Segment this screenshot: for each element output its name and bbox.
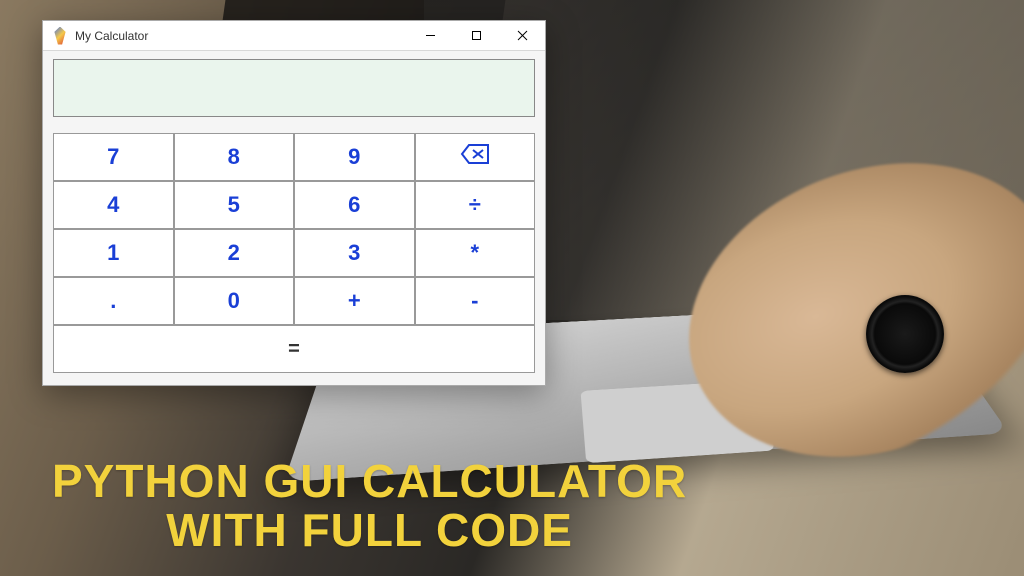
key-6[interactable]: 6 xyxy=(294,181,415,229)
backspace-icon xyxy=(460,143,490,171)
key-9[interactable]: 9 xyxy=(294,133,415,181)
calculator-window: My Calculator 7 8 9 xyxy=(42,20,546,386)
key-5[interactable]: 5 xyxy=(174,181,295,229)
headline-line-1: PYTHON GUI CALCULATOR xyxy=(52,457,687,505)
key-8[interactable]: 8 xyxy=(174,133,295,181)
key-minus[interactable]: - xyxy=(415,277,536,325)
window-title: My Calculator xyxy=(75,29,148,43)
maximize-button[interactable] xyxy=(453,21,499,51)
key-1[interactable]: 1 xyxy=(53,229,174,277)
calculator-display[interactable] xyxy=(53,59,535,117)
key-4[interactable]: 4 xyxy=(53,181,174,229)
watch-graphic xyxy=(866,295,944,373)
headline-line-2: WITH FULL CODE xyxy=(52,506,687,554)
titlebar[interactable]: My Calculator xyxy=(43,21,545,51)
keypad: 7 8 9 4 5 6 ÷ 1 2 3 * . 0 + - xyxy=(43,125,545,385)
key-plus[interactable]: + xyxy=(294,277,415,325)
minimize-button[interactable] xyxy=(407,21,453,51)
key-equals[interactable]: = xyxy=(53,325,535,373)
key-0[interactable]: 0 xyxy=(174,277,295,325)
key-backspace[interactable] xyxy=(415,133,536,181)
window-controls xyxy=(407,21,545,51)
key-3[interactable]: 3 xyxy=(294,229,415,277)
tkinter-feather-icon xyxy=(53,27,67,45)
headline: PYTHON GUI CALCULATOR WITH FULL CODE xyxy=(52,457,687,554)
key-7[interactable]: 7 xyxy=(53,133,174,181)
key-decimal[interactable]: . xyxy=(53,277,174,325)
key-divide[interactable]: ÷ xyxy=(415,181,536,229)
close-button[interactable] xyxy=(499,21,545,51)
key-multiply[interactable]: * xyxy=(415,229,536,277)
key-2[interactable]: 2 xyxy=(174,229,295,277)
